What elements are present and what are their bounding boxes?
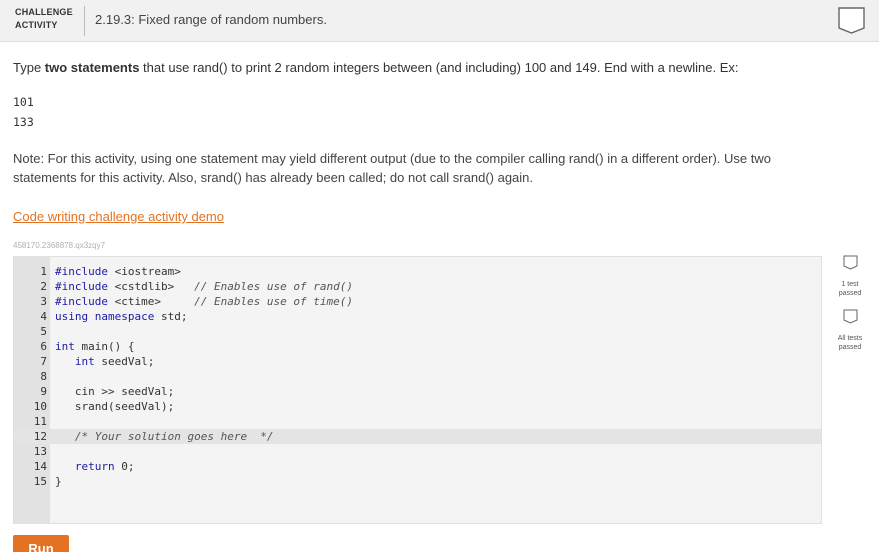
badge-line-2: ACTIVITY bbox=[15, 20, 58, 30]
run-button[interactable]: Run bbox=[13, 535, 69, 552]
line-number: 10 bbox=[33, 400, 47, 413]
line-number: 7 bbox=[40, 355, 47, 368]
code-text[interactable]: /* Your solution goes here */ bbox=[55, 429, 274, 444]
line-number: 1 bbox=[40, 265, 47, 278]
code-line[interactable]: 13 bbox=[14, 444, 821, 459]
code-editor[interactable]: 1 #include <iostream> 2 #include <cstdlib> … bbox=[13, 256, 822, 524]
header-divider bbox=[84, 6, 85, 36]
code-text[interactable]: using namespace std; bbox=[55, 309, 187, 324]
code-text[interactable]: cin >> seedVal; bbox=[55, 384, 174, 399]
instructions: Type two statements that use rand() to p… bbox=[13, 60, 739, 75]
line-number: 4 bbox=[40, 310, 47, 323]
line-number: 13 bbox=[33, 445, 47, 458]
example-output-line-2: 133 bbox=[13, 115, 34, 129]
activity-note: Note: For this activity, using one state… bbox=[13, 151, 771, 185]
line-number: 12 bbox=[33, 430, 47, 443]
instructions-text-1: Type bbox=[13, 60, 45, 75]
test-1-status-icon bbox=[843, 255, 858, 270]
line-number: 2 bbox=[40, 280, 47, 293]
code-line[interactable]: 9 cin >> seedVal; bbox=[14, 384, 821, 399]
line-number: 8 bbox=[40, 370, 47, 383]
code-line[interactable]: 11 bbox=[14, 414, 821, 429]
line-number: 3 bbox=[40, 295, 47, 308]
line-number: 15 bbox=[33, 475, 47, 488]
challenge-activity-badge: CHALLENGE ACTIVITY bbox=[15, 6, 81, 32]
code-text[interactable]: #include <iostream> bbox=[55, 264, 181, 279]
activity-title: 2.19.3: Fixed range of random numbers. bbox=[95, 12, 327, 27]
line-number: 9 bbox=[40, 385, 47, 398]
all-tests-status-icon bbox=[843, 309, 858, 324]
code-line[interactable]: 3 #include <ctime> // Enables use of time… bbox=[14, 294, 821, 309]
instructions-bold: two statements bbox=[44, 60, 140, 75]
code-line[interactable]: 4 using namespace std; bbox=[14, 309, 821, 324]
test-1-label: 1 test passed bbox=[838, 281, 862, 297]
line-number: 14 bbox=[33, 460, 47, 473]
code-text[interactable]: #include <ctime> // Enables use of time(… bbox=[55, 294, 353, 309]
code-text[interactable]: } bbox=[55, 474, 62, 489]
code-line[interactable]: 7 int seedVal; bbox=[14, 354, 821, 369]
activity-header: CHALLENGE ACTIVITY 2.19.3: Fixed range o… bbox=[0, 0, 879, 42]
all-tests-label: All tests passed bbox=[837, 335, 863, 351]
code-line[interactable]: 6 int main() { bbox=[14, 339, 821, 354]
example-output-line-1: 101 bbox=[13, 95, 34, 109]
completion-check-icon bbox=[838, 7, 865, 34]
code-line[interactable]: 10 srand(seedVal); bbox=[14, 399, 821, 414]
code-line[interactable]: 5 bbox=[14, 324, 821, 339]
badge-line-1: CHALLENGE bbox=[15, 7, 73, 17]
instructions-text-2: that use rand() to print 2 random intege… bbox=[139, 60, 739, 75]
line-number: 11 bbox=[33, 415, 47, 428]
code-line[interactable]: 8 bbox=[14, 369, 821, 384]
code-line[interactable]: 12 /* Your solution goes here */ bbox=[14, 429, 821, 444]
demo-link[interactable]: Code writing challenge activity demo bbox=[13, 209, 224, 224]
code-text[interactable]: srand(seedVal); bbox=[55, 399, 174, 414]
activity-id: 458170.2368878.qx3zqy7 bbox=[13, 241, 106, 250]
code-text[interactable]: return 0; bbox=[55, 459, 135, 474]
line-number: 5 bbox=[40, 325, 47, 338]
code-text[interactable]: int main() { bbox=[55, 339, 134, 354]
code-line[interactable]: 1 #include <iostream> bbox=[14, 264, 821, 279]
code-text[interactable]: #include <cstdlib> // Enables use of ran… bbox=[55, 279, 353, 294]
code-line[interactable]: 14 return 0; bbox=[14, 459, 821, 474]
code-text[interactable]: int seedVal; bbox=[55, 354, 154, 369]
line-number: 6 bbox=[40, 340, 47, 353]
code-line[interactable]: 15} bbox=[14, 474, 821, 489]
code-line[interactable]: 2 #include <cstdlib> // Enables use of ra… bbox=[14, 279, 821, 294]
